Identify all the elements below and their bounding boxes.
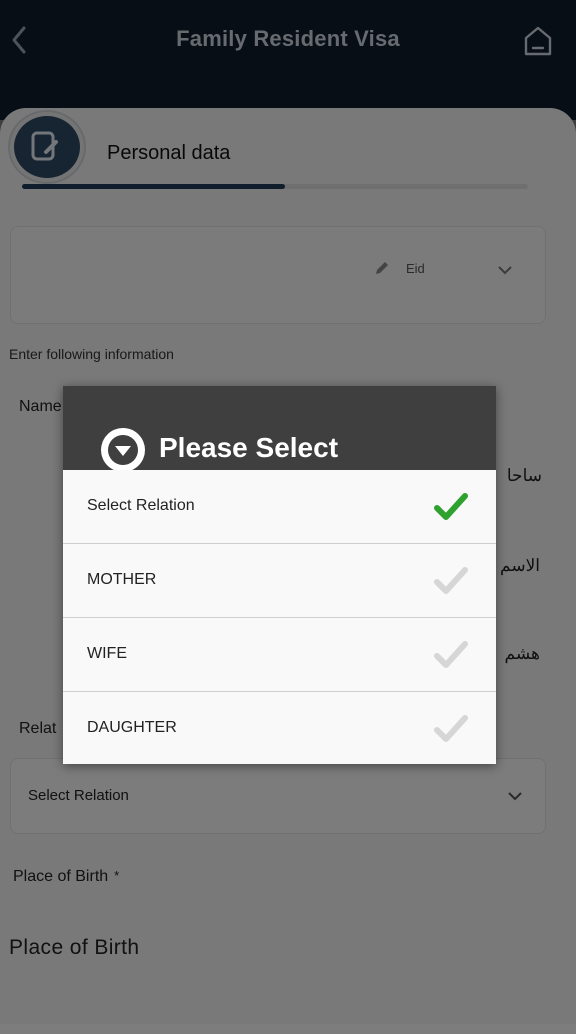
check-icon xyxy=(433,490,469,524)
dropdown-circle-icon xyxy=(99,426,147,474)
check-icon xyxy=(433,638,469,672)
check-icon xyxy=(433,564,469,598)
relation-picker-dialog: Please Select Select Relation MOTHER WIF… xyxy=(63,386,496,764)
option-mother[interactable]: MOTHER xyxy=(63,544,496,618)
option-label: MOTHER xyxy=(87,571,157,588)
option-label: Select Relation xyxy=(87,497,195,514)
check-icon xyxy=(433,712,469,746)
option-wife[interactable]: WIFE xyxy=(63,618,496,692)
dialog-title: Please Select xyxy=(159,432,339,463)
option-label: WIFE xyxy=(87,645,127,662)
dialog-header: Please Select xyxy=(63,386,496,472)
option-daughter[interactable]: DAUGHTER xyxy=(63,692,496,764)
option-label: DAUGHTER xyxy=(87,719,177,736)
option-select-relation[interactable]: Select Relation xyxy=(63,470,496,544)
